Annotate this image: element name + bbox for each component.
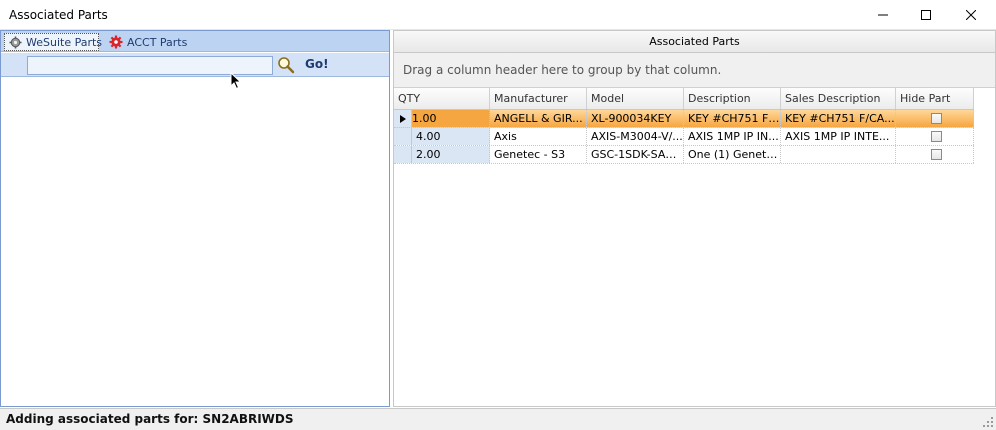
minimize-icon [878,14,888,16]
cell-sales-description[interactable]: AXIS 1MP IP INTE... [781,128,896,145]
search-icon[interactable] [277,56,295,74]
minimize-button[interactable] [860,0,906,30]
cell-model[interactable]: AXIS-M3004-V/... [587,128,684,145]
cell-manufacturer[interactable]: Genetec - S3 [490,146,587,163]
current-row-arrow-icon [399,114,406,123]
red-gear-icon [109,35,123,49]
tab-label: ACCT Parts [127,35,188,49]
cell-sales-description[interactable] [781,146,896,163]
tab-acct-parts[interactable]: ACCT Parts [105,33,189,51]
cell-hide-part [896,128,974,145]
cell-qty[interactable]: 1.00 [412,110,490,127]
maximize-button[interactable] [903,0,949,30]
cell-hide-part [896,146,974,163]
cell-description[interactable]: One (1) Genete... [684,146,781,163]
title-bar: Associated Parts [0,0,996,30]
tab-wesuite-parts[interactable]: WeSuite Parts [4,33,103,51]
column-header-manufacturer[interactable]: Manufacturer [490,88,587,109]
table-row[interactable]: 4.00 Axis AXIS-M3004-V/... AXIS 1MP IP I… [394,128,974,146]
table-row[interactable]: 2.00 Genetec - S3 GSC-1SDK-SAN... One (1… [394,146,974,164]
column-header-qty[interactable]: QTY [394,88,490,109]
search-bar: Go! [1,53,389,77]
hide-part-checkbox[interactable] [931,131,942,142]
column-header-hide-part[interactable]: Hide Part [896,88,974,109]
status-bar: Adding associated parts for: SN2ABRIWDS [0,408,996,430]
mouse-pointer-icon [230,72,242,90]
tab-label: WeSuite Parts [26,35,103,49]
parts-search-panel: WeSuite Parts ACCT Parts Go! [0,30,390,407]
cell-description[interactable]: AXIS 1MP IP IN... [684,128,781,145]
table-row[interactable]: 1.00 ANGELL & GIR... XL-900034KEY KEY #C… [394,110,974,128]
hide-part-checkbox[interactable] [931,149,942,160]
column-header-model[interactable]: Model [587,88,684,109]
cell-sales-description[interactable]: KEY #CH751 F/CA... [781,110,896,127]
go-button[interactable]: Go! [301,57,333,74]
maximize-icon [921,10,931,20]
parts-tab-strip: WeSuite Parts ACCT Parts [1,31,389,52]
grid-header-row: QTY Manufacturer Model Description Sales… [394,88,974,110]
status-text: Adding associated parts for: SN2ABRIWDS [6,412,294,426]
row-indicator [394,110,412,127]
gear-icon [9,35,22,49]
close-button[interactable] [948,0,994,30]
row-indicator [394,146,412,163]
close-icon [966,10,976,20]
cell-model[interactable]: XL-900034KEY [587,110,684,127]
parts-grid: QTY Manufacturer Model Description Sales… [394,88,974,164]
panel-title: Associated Parts [394,31,995,53]
group-by-panel[interactable]: Drag a column header here to group by th… [394,53,995,88]
cell-qty[interactable]: 2.00 [412,146,490,163]
group-hint-text: Drag a column header here to group by th… [403,63,722,77]
window-title: Associated Parts [9,8,108,22]
cell-manufacturer[interactable]: Axis [490,128,587,145]
cell-qty[interactable]: 4.00 [412,128,490,145]
column-header-sales-description[interactable]: Sales Description [781,88,896,109]
row-indicator [394,128,412,145]
hide-part-checkbox[interactable] [931,113,942,124]
cell-hide-part [896,110,974,127]
resize-grip-icon[interactable] [983,417,993,427]
column-header-description[interactable]: Description [684,88,781,109]
cell-model[interactable]: GSC-1SDK-SAN... [587,146,684,163]
cell-manufacturer[interactable]: ANGELL & GIR... [490,110,587,127]
search-results-area[interactable] [1,78,389,406]
associated-parts-panel: Associated Parts Drag a column header he… [393,30,996,407]
cell-description[interactable]: KEY #CH751 F/... [684,110,781,127]
